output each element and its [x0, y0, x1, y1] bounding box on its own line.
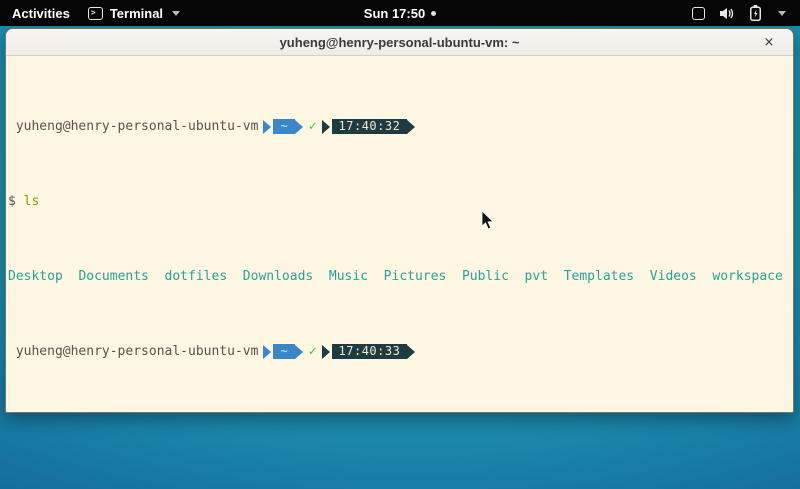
powerline-path-segment: ~ — [263, 344, 302, 359]
prompt-line: yuheng@henry-personal-ubuntu-vm ~ ✓ 17:4… — [8, 344, 791, 359]
command-line: $ ls — [8, 194, 791, 209]
app-menu-label: Terminal — [110, 6, 163, 21]
mouse-cursor — [481, 211, 494, 236]
ls-output-line: Desktop Documents dotfiles Downloads Mus… — [8, 269, 791, 284]
powerline-arrow-icon — [263, 345, 271, 359]
window-title: yuheng@henry-personal-ubuntu-vm: ~ — [280, 35, 520, 50]
top-bar: Activities > Terminal Sun 17:50 — [0, 0, 800, 26]
terminal-content[interactable]: yuheng@henry-personal-ubuntu-vm ~ ✓ 17:4… — [6, 56, 793, 413]
powerline-time-segment: 17:40:33 — [322, 344, 416, 359]
powerline-path-segment: ~ — [263, 119, 302, 134]
status-check-icon: ✓ — [303, 344, 322, 359]
prompt-line: yuheng@henry-personal-ubuntu-vm ~ ✓ 17:4… — [8, 119, 791, 134]
window-titlebar[interactable]: yuheng@henry-personal-ubuntu-vm: ~ × — [6, 29, 793, 56]
chevron-down-icon — [172, 11, 180, 16]
command-text: ls — [24, 194, 40, 209]
prompt-path: ~ — [273, 344, 294, 359]
prompt-user-host: yuheng@henry-personal-ubuntu-vm — [16, 119, 259, 134]
prompt-char: $ — [8, 194, 16, 209]
terminal-icon: > — [88, 7, 103, 20]
system-tray[interactable] — [692, 0, 800, 26]
powerline-arrow-icon — [295, 345, 303, 359]
chevron-down-icon — [778, 11, 786, 16]
powerline-time-segment: 17:40:32 — [322, 119, 416, 134]
close-icon[interactable]: × — [759, 29, 779, 56]
notification-dot — [431, 11, 436, 16]
powerline-arrow-icon — [295, 120, 303, 134]
powerline-arrow-icon — [407, 120, 415, 134]
powerline-arrow-icon — [322, 345, 330, 359]
battery-charging-icon — [750, 5, 761, 21]
powerline-arrow-icon — [322, 120, 330, 134]
app-menu-terminal[interactable]: > Terminal — [88, 6, 180, 21]
directory-list: Desktop Documents dotfiles Downloads Mus… — [8, 269, 783, 284]
screen-icon — [692, 7, 705, 20]
prompt-user-host: yuheng@henry-personal-ubuntu-vm — [16, 344, 259, 359]
powerline-arrow-icon — [407, 345, 415, 359]
powerline-arrow-icon — [263, 120, 271, 134]
activities-button[interactable]: Activities — [12, 6, 70, 21]
clock-button[interactable]: Sun 17:50 — [364, 6, 425, 21]
prompt-path: ~ — [273, 119, 294, 134]
prompt-time: 17:40:33 — [332, 344, 408, 359]
status-check-icon: ✓ — [303, 119, 322, 134]
terminal-window: yuheng@henry-personal-ubuntu-vm: ~ × yuh… — [5, 28, 794, 413]
volume-icon — [720, 7, 735, 20]
prompt-time: 17:40:32 — [332, 119, 408, 134]
